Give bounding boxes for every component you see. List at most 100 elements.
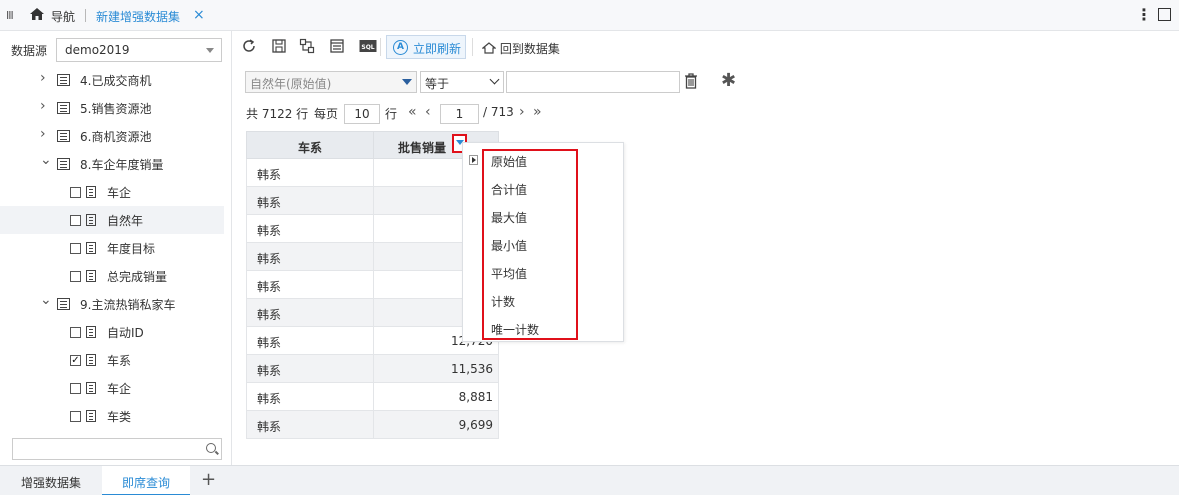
tab-new-enhanced-dataset[interactable]: 新建增强数据集 xyxy=(96,8,180,25)
home-outline-icon xyxy=(481,42,497,54)
tree-item-label: 6.商机资源池 xyxy=(80,130,152,144)
gear-icon[interactable]: ✱ xyxy=(721,72,736,90)
field-icon xyxy=(86,270,96,282)
tree-item-label: 车企 xyxy=(107,382,132,396)
chevron-down-icon[interactable]: ⌄ xyxy=(40,152,52,168)
total-pages: / 713 xyxy=(483,105,514,119)
cell-wholesale-sales: 8,881 xyxy=(373,383,500,410)
checkbox[interactable]: ✓ xyxy=(70,355,81,366)
aggregation-option[interactable]: 最大值 xyxy=(491,209,527,226)
cell-series: 韩系 xyxy=(257,224,282,238)
tree-table-item[interactable]: ⌄ 8.车企年度销量 xyxy=(0,150,224,178)
nav-label[interactable]: 导航 xyxy=(51,8,75,25)
tree-table-item[interactable]: ⌄ 9.主流热销私家车 xyxy=(0,290,224,318)
tree-item-label: 车类 xyxy=(107,410,132,424)
more-vertical-icon[interactable]: ⋮ xyxy=(1136,5,1152,24)
cell-series: 韩系 xyxy=(257,364,282,378)
next-page-icon[interactable]: › xyxy=(519,104,525,120)
tree-field-item[interactable]: 车企 xyxy=(0,178,224,206)
cell-series: 韩系 xyxy=(257,280,282,294)
tree-item-label: 5.销售资源池 xyxy=(80,102,152,116)
tree-table-item[interactable]: › 5.销售资源池 xyxy=(0,94,224,122)
tree-field-item[interactable]: 车企 xyxy=(0,374,224,402)
refresh-now-button[interactable]: A 立即刷新 xyxy=(386,35,466,59)
sql-icon[interactable]: SQL xyxy=(359,38,377,54)
chevron-right-icon[interactable]: › xyxy=(40,98,46,114)
checkbox[interactable] xyxy=(70,215,81,226)
field-icon xyxy=(86,382,96,394)
checkbox[interactable] xyxy=(70,243,81,254)
total-rows: 共 7122 行 xyxy=(246,107,309,121)
cell-series: 韩系 xyxy=(257,252,282,266)
aggregation-option[interactable]: 最小值 xyxy=(491,237,527,254)
tree-field-item[interactable]: 自然年 xyxy=(0,206,224,234)
aggregation-option[interactable]: 计数 xyxy=(491,293,515,310)
caret-down-icon xyxy=(402,79,412,85)
chevron-right-icon[interactable]: › xyxy=(40,126,46,142)
column-header-series[interactable]: 车系 xyxy=(247,139,373,156)
home-icon[interactable] xyxy=(29,7,45,21)
field-icon xyxy=(86,214,96,226)
top-bar: III 导航 新建增强数据集 × ⋮ xyxy=(0,0,1179,31)
tree-field-item[interactable]: 自动ID xyxy=(0,318,224,346)
field-icon xyxy=(86,242,96,254)
tree-item-label: 车系 xyxy=(107,354,132,368)
tree-item-label: 年度目标 xyxy=(107,242,156,256)
tree-table-item[interactable]: › 4.已成交商机 xyxy=(0,66,224,94)
back-to-dataset-button[interactable]: 回到数据集 xyxy=(481,40,560,57)
close-icon[interactable]: × xyxy=(193,7,205,23)
add-tab-icon[interactable]: + xyxy=(201,469,216,490)
tree-field-item[interactable]: 车类 xyxy=(0,402,224,430)
tab-adhoc-query[interactable]: 即席查询 xyxy=(102,466,190,495)
tab-enhanced-dataset[interactable]: 增强数据集 xyxy=(0,466,102,495)
maximize-icon[interactable] xyxy=(1158,8,1171,21)
checkbox[interactable] xyxy=(70,327,81,338)
divider xyxy=(85,9,86,22)
filter-value-input[interactable] xyxy=(506,71,680,93)
per-page-input[interactable]: 10 xyxy=(344,104,380,124)
prev-page-icon[interactable]: ‹ xyxy=(425,104,431,120)
per-page-label: 每页 xyxy=(314,107,339,121)
tree-item-label: 车企 xyxy=(107,186,132,200)
aggregation-option[interactable]: 平均值 xyxy=(491,265,527,282)
chevron-right-icon[interactable]: › xyxy=(40,70,46,86)
filter-operator-select[interactable]: 等于 xyxy=(420,71,504,93)
tree-field-item[interactable]: ✓ 车系 xyxy=(0,346,224,374)
tree-table-item[interactable]: › 6.商机资源池 xyxy=(0,122,224,150)
search-icon[interactable] xyxy=(206,443,216,453)
submenu-arrow-icon xyxy=(469,155,478,165)
table-icon xyxy=(57,102,70,114)
cell-series: 韩系 xyxy=(257,168,282,182)
field-icon xyxy=(86,326,96,338)
checkbox[interactable] xyxy=(70,411,81,422)
relation-icon[interactable] xyxy=(299,38,315,54)
aggregation-option[interactable]: 合计值 xyxy=(491,181,527,198)
aggregation-option[interactable]: 原始值 xyxy=(491,153,527,170)
table-row: 韩系 11,536 xyxy=(246,355,499,383)
checkbox[interactable] xyxy=(70,271,81,282)
trash-icon[interactable] xyxy=(684,73,698,89)
search-input[interactable] xyxy=(12,438,222,460)
first-page-icon[interactable]: « xyxy=(408,104,417,120)
current-page-input[interactable]: 1 xyxy=(440,104,479,124)
filter-field-select[interactable]: 自然年(原始值) xyxy=(245,71,417,93)
datasource-label: 数据源 xyxy=(11,44,48,58)
last-page-icon[interactable]: » xyxy=(533,104,542,120)
tree-field-item[interactable]: 年度目标 xyxy=(0,234,224,262)
aggregation-dropdown: 原始值合计值最大值最小值平均值计数唯一计数 xyxy=(462,142,624,342)
tree-field-item[interactable]: 总完成销量 xyxy=(0,262,224,290)
auto-refresh-icon: A xyxy=(393,40,408,55)
aggregation-option[interactable]: 唯一计数 xyxy=(491,321,539,338)
table-row: 韩系 8,881 xyxy=(246,383,499,411)
chevron-down-icon[interactable]: ⌄ xyxy=(40,292,52,308)
table-view-icon[interactable] xyxy=(329,38,345,54)
tree-item-label: 4.已成交商机 xyxy=(80,74,152,88)
menu-icon[interactable]: III xyxy=(6,9,14,22)
checkbox[interactable] xyxy=(70,187,81,198)
tree-item-label: 9.主流热销私家车 xyxy=(80,298,176,312)
checkbox[interactable] xyxy=(70,383,81,394)
datasource-select[interactable]: demo2019 xyxy=(56,38,222,62)
refresh-icon[interactable] xyxy=(241,38,257,54)
save-icon[interactable] xyxy=(271,38,287,54)
table-icon xyxy=(57,298,70,310)
